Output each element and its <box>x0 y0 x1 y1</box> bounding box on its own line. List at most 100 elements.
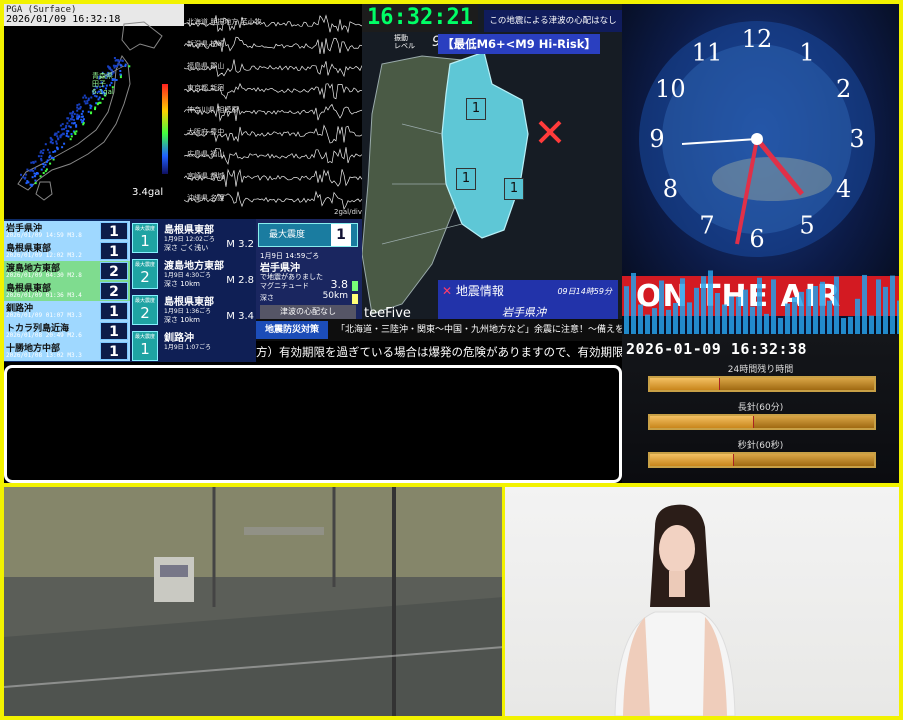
countdown-bar-fill <box>650 454 733 466</box>
eq-row-intensity: 1 <box>100 302 128 320</box>
clock-numeral: 2 <box>836 75 851 103</box>
waveform-station-label: 福島県 郡山 <box>187 62 225 70</box>
tsunami-badge: 津波の心配なし <box>260 305 356 319</box>
countdown-bar-marker <box>753 416 754 428</box>
caption-box <box>4 365 622 483</box>
eq-row-meta: 2026/01/08 13:02 M3.3 <box>6 352 82 359</box>
eq-detail-card: 最大震度 2 渡島地方東部 1月9日 4:30ごろ 深さ 10km M 2.8 <box>130 255 256 291</box>
clock-numeral: 7 <box>699 212 714 240</box>
eq-row-intensity: 1 <box>100 322 128 340</box>
eq-list-row: 島根県東部 2026/01/09 12:02 M3.2 1 <box>4 241 130 261</box>
waveform-station-label: 東京都 新宿 <box>187 84 225 92</box>
eq-row-intensity: 1 <box>100 342 128 360</box>
eq-list-row: 十勝地方中部 2026/01/08 13:02 M3.3 1 <box>4 341 130 361</box>
eq-list-row: トカラ列島近海 2026/01/08 20:49 M2.6 1 <box>4 321 130 341</box>
waveform-station-label: 北海道 胆振地方 苫小牧 <box>187 18 262 26</box>
eq-list-row: 釧路沖 2026/01/09 01:07 M3.3 1 <box>4 301 130 321</box>
clock-numeral: 12 <box>742 25 773 53</box>
audio-bars <box>624 270 899 334</box>
waveform-station-label: 広島県 福山 <box>187 150 225 158</box>
card-badge-value: 1 <box>140 340 150 358</box>
eq-row-intensity: 2 <box>100 262 128 280</box>
eq-info-location: 岩手県沖 <box>502 306 546 319</box>
countdown-bar-label: 24時間残り時間 <box>727 365 794 375</box>
eq-row-intensity: 1 <box>100 222 128 240</box>
ticker-scroll: 方）有効期限を過ぎている場合は爆発の危険がありますので、有効期限 <box>256 341 622 363</box>
ticker-warning: 地震防災対策 「北海道・三陸沖・関東～中国・九州地方など」余震に注意！～備えを～ <box>256 319 622 341</box>
clock-numeral: 8 <box>663 175 678 203</box>
max-intensity: 最大震度 1 <box>258 223 358 247</box>
earthquake-summary: 最大震度 1 1月9日 14:59ごろ 岩手県沖 で地震がありました マグニチュー… <box>256 219 362 319</box>
clock-numeral: 11 <box>692 38 723 66</box>
clock-numeral: 10 <box>655 75 686 103</box>
risk-banner: 【最低M6+<M9 Hi-Risk】 <box>438 34 600 54</box>
clock-numeral: 1 <box>799 38 814 66</box>
countdown-progress-bar <box>648 376 876 392</box>
depth-label: 深さ <box>260 294 274 302</box>
card-depth: 深さ 10km <box>164 316 201 324</box>
card-badge-value: 2 <box>140 268 150 286</box>
countdown-bar-marker <box>733 454 734 466</box>
depth-value: 50km <box>322 291 348 301</box>
presenter-video <box>505 487 899 716</box>
countdown-bar-remaining <box>720 378 874 390</box>
eq-detail-card: 最大震度 1 釧路沖 1月9日 1:07ごろ <box>130 327 256 362</box>
card-intensity-badge: 最大震度 1 <box>132 223 158 253</box>
countdown-bar-label: 秒針(60秒) <box>737 441 784 451</box>
countdown-progress-bar <box>648 452 876 468</box>
countdown-bar-fill <box>650 416 753 428</box>
clock-numeral: 3 <box>849 125 864 153</box>
separator <box>502 483 505 720</box>
eq-list-row: 渡島地方東部 2026/01/09 04:30 M2.8 2 <box>4 261 130 281</box>
magnitude-value: 3.8 <box>330 278 349 291</box>
region-intensity-1: 1 <box>466 98 486 120</box>
earthquake-history-list: teeFive 岩手県沖2026/01/09 14:59 M3.81島根県東部2… <box>4 219 130 362</box>
clock-numeral: 6 <box>749 225 764 253</box>
card-intensity-badge: 最大震度 2 <box>132 295 158 325</box>
eq-row-intensity: 2 <box>100 282 128 300</box>
station-label: 青森県 田子 6.1gal <box>92 72 114 96</box>
ticker-tag: 地震防災対策 <box>256 321 328 339</box>
card-badge-value: 2 <box>140 304 150 322</box>
eq-info-header: ✕ 地震情報 <box>442 282 504 299</box>
countdown-bar-fill <box>650 378 719 390</box>
card-intensity-badge: 最大震度 1 <box>132 331 158 361</box>
eq-row-meta: 2026/01/09 01:07 M3.3 <box>6 312 82 319</box>
epicenter-marker <box>538 120 562 144</box>
waveform-station-label: 沖縄県 名護 <box>187 194 225 202</box>
shaking-level-label: 振動 レベル <box>394 34 415 50</box>
depth-swatch <box>352 294 358 304</box>
eq-info-icon: ✕ <box>442 284 453 298</box>
separator <box>0 483 903 487</box>
eq-info-title: 地震情報 <box>455 284 504 298</box>
card-time: 1月9日 1:07ごろ <box>164 344 212 351</box>
card-magnitude: M 3.4 <box>226 311 254 322</box>
eq-info-box: ✕ 地震情報 09日14時59分 岩手県沖 <box>438 280 618 322</box>
waveform-station-label: 大阪府 豊中 <box>187 128 225 136</box>
card-badge-label: 最大震度 <box>134 226 155 232</box>
earthquake-detail-cards: 最大震度 1 島根県東部 1月9日 12:02ごろ 深さ ごく浅い M 3.2 最大震度 2 渡… <box>130 219 256 362</box>
clock-numeral: 9 <box>649 125 664 153</box>
countdown-bar-remaining <box>734 454 874 466</box>
live-street-camera <box>4 487 504 716</box>
ticker-message: 「北海道・三陸沖・関東～中国・九州地方など」余震に注意！～備えを～ <box>336 325 622 335</box>
region-intensity-2: 1 <box>456 168 476 190</box>
digital-clock: 16:32:21 <box>362 4 478 32</box>
card-badge-label: 最大震度 <box>134 334 155 340</box>
magnitude-swatch <box>352 281 358 291</box>
eq-row-meta: 2026/01/09 12:02 M3.2 <box>6 252 82 259</box>
presenter-figure <box>614 504 736 716</box>
countdown-bar-marker <box>719 378 720 390</box>
clock-numeral: 5 <box>799 212 814 240</box>
card-depth: 深さ 10km <box>164 280 201 288</box>
card-badge-label: 最大震度 <box>134 262 155 268</box>
waveform-station-label: 神奈川県 相模原 <box>187 106 239 114</box>
countdown-progress-bar <box>648 414 876 430</box>
eq-row-meta: 2026/01/08 20:49 M2.6 <box>6 332 82 339</box>
waveform-station-label: 新潟県 柏崎 <box>187 40 225 48</box>
eq-detail-card: 最大震度 1 島根県東部 1月9日 12:02ごろ 深さ ごく浅い M 3.2 <box>130 219 256 255</box>
eq-list-row: 岩手県沖 2026/01/09 14:59 M3.8 1 <box>4 221 130 241</box>
countdown-datetime: 2026-01-09 16:32:38 <box>626 340 808 358</box>
eq-info-time: 09日14時59分 <box>557 287 612 296</box>
max-intensity-value: 1 <box>331 224 351 246</box>
